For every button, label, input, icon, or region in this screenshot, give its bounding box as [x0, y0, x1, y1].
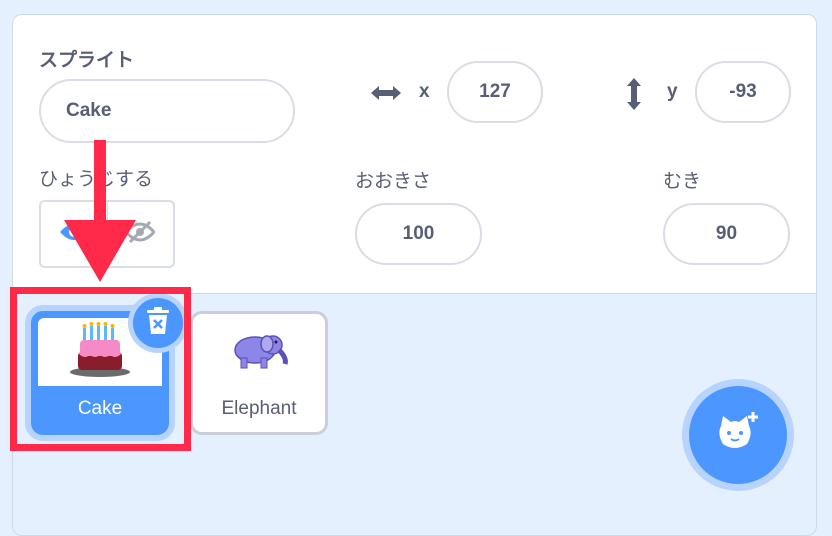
y-arrows-icon [625, 77, 643, 116]
choose-sprite-button[interactable] [689, 386, 787, 484]
sprite-name: Elephant [221, 398, 297, 419]
y-field[interactable]: -93 [695, 61, 791, 123]
elephant-icon [227, 328, 291, 377]
highlight-box [10, 287, 191, 451]
sprite-label: スプライト [39, 50, 135, 71]
annotation-arrow-icon [60, 140, 140, 290]
sprite-tile-elephant[interactable]: Elephant [190, 311, 328, 435]
cat-plus-icon [715, 410, 761, 461]
size-field[interactable]: 100 [355, 203, 482, 265]
direction-field[interactable]: 90 [663, 203, 790, 265]
sprite-name-field[interactable]: Cake [39, 79, 295, 143]
direction-label: むき [663, 171, 702, 192]
x-label: x [419, 81, 430, 102]
y-label: y [667, 81, 678, 102]
x-field[interactable]: 127 [447, 61, 543, 123]
sprite-thumbnail [197, 318, 321, 386]
x-arrows-icon [369, 83, 403, 108]
size-label: おおきさ [355, 171, 432, 192]
